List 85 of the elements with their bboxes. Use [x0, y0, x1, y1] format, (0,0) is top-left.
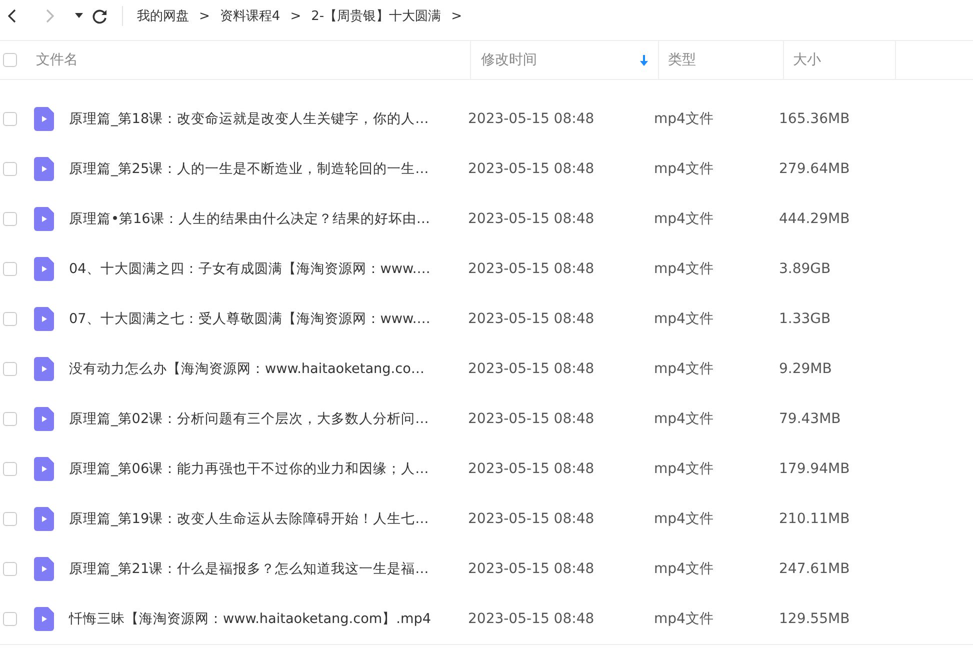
table-cell-text: 2023-05-15 08:48 — [467, 361, 596, 377]
table-cell-text: mp4文件 — [653, 560, 714, 578]
column-header[interactable]: 文件名 — [17, 41, 471, 79]
table-cell-text: mp4文件 — [653, 610, 714, 628]
row-checkbox[interactable] — [3, 612, 17, 626]
row-checkbox[interactable] — [3, 412, 17, 426]
table-cell-text: mp4文件 — [653, 460, 714, 478]
video-file-icon — [34, 257, 54, 281]
column-header[interactable]: 类型 — [659, 41, 784, 79]
file-name[interactable]: 原理篇•第16课：人生的结果由什么决定？结果的好坏由… — [69, 210, 457, 228]
video-file-icon — [34, 557, 54, 581]
table-cell-text: mp4文件 — [653, 260, 714, 278]
table-cell-text: 444.29MB — [778, 211, 851, 227]
column-header[interactable]: 大小 — [784, 41, 896, 79]
file-name[interactable]: 没有动力怎么办【海淘资源网：www.haitaoketang.co… — [69, 360, 457, 378]
breadcrumb-link[interactable]: 资料课程4 — [220, 7, 280, 25]
table-cell-text: 2023-05-15 08:48 — [467, 311, 596, 327]
table-cell-text: 2023-05-15 08:48 — [467, 461, 596, 477]
row-checkbox[interactable] — [3, 262, 17, 276]
table-cell-text: 129.55MB — [778, 611, 851, 627]
file-name[interactable]: 原理篇_第19课：改变人生命运从去除障碍开始！人生七… — [69, 510, 457, 528]
video-file-icon — [34, 307, 54, 331]
row-checkbox[interactable] — [3, 312, 17, 326]
breadcrumb-separator: > — [451, 8, 462, 24]
table-cell-text: 165.36MB — [778, 111, 851, 127]
column-label: 类型 — [668, 51, 696, 69]
video-file-icon — [34, 407, 54, 431]
video-file-icon — [34, 457, 54, 481]
column-label: 修改时间 — [481, 51, 537, 69]
row-checkbox[interactable] — [3, 362, 17, 376]
table-cell-text: mp4文件 — [653, 210, 714, 228]
table-cell-text: mp4文件 — [653, 310, 714, 328]
breadcrumb-separator: > — [290, 8, 302, 24]
file-name[interactable]: 04、十大圆满之四：子女有成圆满【海淘资源网：www.… — [69, 260, 457, 278]
table-cell-text: 179.94MB — [778, 461, 851, 477]
row-checkbox[interactable] — [3, 212, 17, 226]
table-cell-text: 210.11MB — [778, 511, 851, 527]
video-file-icon — [34, 507, 54, 531]
table-cell-text: 247.61MB — [778, 561, 851, 577]
file-name[interactable]: 原理篇_第18课：改变命运就是改变人生关键字，你的人… — [69, 110, 457, 128]
table-cell-text: 2023-05-15 08:48 — [467, 261, 596, 277]
file-name[interactable]: 原理篇_第06课：能力再强也干不过你的业力和因缘；人… — [69, 460, 457, 478]
table-cell-text: 79.43MB — [778, 411, 842, 427]
row-checkbox[interactable] — [3, 162, 17, 176]
table-cell-text: 9.29MB — [778, 361, 833, 377]
table-cell-text: 1.33GB — [778, 311, 832, 327]
video-file-icon — [34, 357, 54, 381]
row-checkbox[interactable] — [3, 562, 17, 576]
table-cell-text: 2023-05-15 08:48 — [467, 561, 596, 577]
column-label: 大小 — [793, 51, 821, 69]
dropdown-icon[interactable] — [75, 13, 83, 19]
video-file-icon — [34, 207, 54, 231]
table-cell-text: 2023-05-15 08:48 — [467, 511, 596, 527]
select-all-checkbox[interactable] — [3, 53, 17, 67]
table-cell-text: 2023-05-15 08:48 — [467, 211, 596, 227]
video-file-icon — [34, 157, 54, 181]
row-checkbox[interactable] — [3, 462, 17, 476]
table-cell-text: 2023-05-15 08:48 — [467, 111, 596, 127]
refresh-icon[interactable] — [92, 8, 108, 24]
file-name[interactable]: 原理篇_第21课：什么是福报多？怎么知道我这一生是福… — [69, 560, 457, 578]
table-cell-text: 2023-05-15 08:48 — [467, 411, 596, 427]
table-cell-text: mp4文件 — [653, 110, 714, 128]
back-icon[interactable] — [6, 8, 18, 24]
breadcrumb-link[interactable]: 2-【周贵银】十大圆满 — [311, 7, 442, 25]
table-cell-text: 2023-05-15 08:48 — [467, 161, 596, 177]
breadcrumb-link[interactable]: 我的网盘 — [137, 7, 189, 25]
table-cell-text: 279.64MB — [778, 161, 851, 177]
forward-icon[interactable] — [44, 8, 56, 24]
file-name[interactable]: 07、十大圆满之七：受人尊敬圆满【海淘资源网：www.… — [69, 310, 457, 328]
row-checkbox[interactable] — [3, 112, 17, 126]
video-file-icon — [34, 107, 54, 131]
row-checkbox[interactable] — [3, 512, 17, 526]
file-name[interactable]: 原理篇_第25课：人的一生是不断造业，制造轮回的一生… — [69, 160, 457, 178]
column-header[interactable]: 修改时间 — [471, 41, 659, 79]
table-cell-text: mp4文件 — [653, 410, 714, 428]
table-cell-text: mp4文件 — [653, 160, 714, 178]
column-label: 文件名 — [36, 51, 78, 69]
file-name[interactable]: 忏悔三昧【海淘资源网：www.haitaoketang.com】.mp4 — [69, 610, 457, 628]
file-name[interactable]: 原理篇_第02课：分析问题有三个层次，大多数人分析问… — [69, 410, 457, 428]
breadcrumb-separator: > — [199, 8, 210, 24]
table-cell-text: mp4文件 — [653, 360, 714, 378]
video-file-icon — [34, 607, 54, 631]
table-cell-text: mp4文件 — [653, 510, 714, 528]
table-cell-text: 3.89GB — [778, 261, 832, 277]
table-cell-text: 2023-05-15 08:48 — [467, 611, 596, 627]
